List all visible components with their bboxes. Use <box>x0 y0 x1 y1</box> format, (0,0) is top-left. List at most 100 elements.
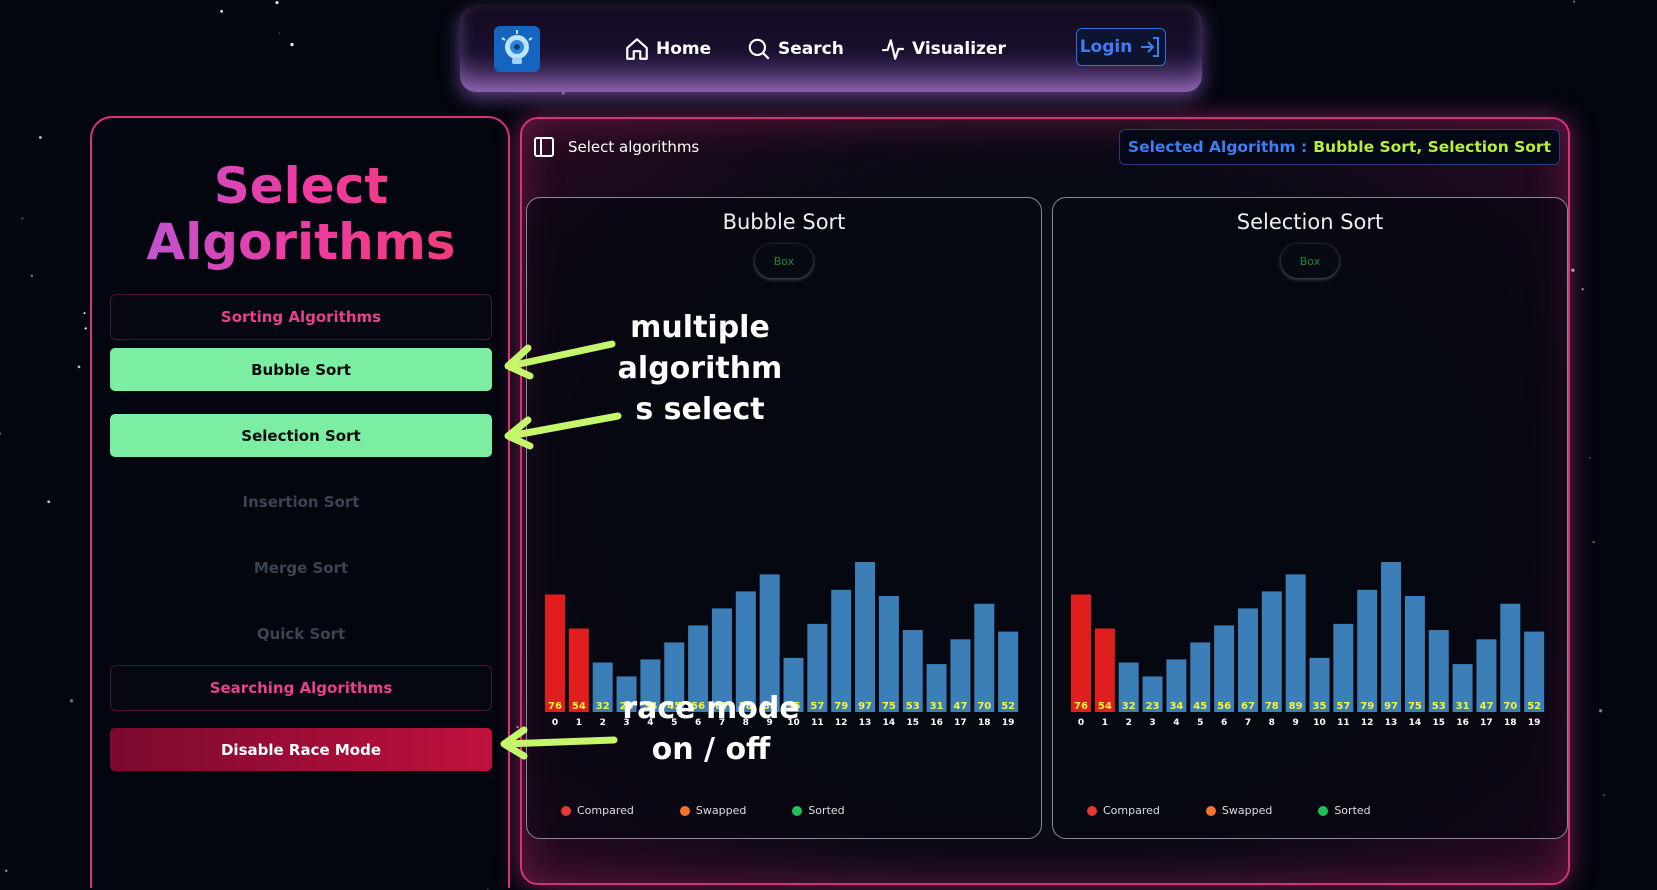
bar <box>1357 589 1378 712</box>
sidebar-title-line2: Algorithms <box>146 213 456 271</box>
nav-home-label: Home <box>656 39 712 59</box>
login-button[interactable]: Login <box>1076 28 1166 66</box>
bar-value-label: 76 <box>548 701 562 712</box>
legend-label: Sorted <box>808 804 845 817</box>
searching-algorithms-heading[interactable]: Searching Algorithms <box>110 665 492 711</box>
legend-label: Swapped <box>1221 804 1273 817</box>
star <box>30 274 34 277</box>
bar <box>1500 603 1521 712</box>
nav-home[interactable]: Home <box>624 34 711 64</box>
bar <box>878 596 899 712</box>
annotation-line: multiple <box>630 310 770 345</box>
bar <box>974 603 995 712</box>
sorted-dot-icon <box>792 805 803 816</box>
bar-index-label: 2 <box>1126 718 1132 728</box>
bar-index-label: 14 <box>883 718 896 728</box>
algo-button-bubble-sort[interactable]: Bubble Sort <box>110 348 492 391</box>
annotation-line: on / off <box>651 732 771 767</box>
bar-index-label: 15 <box>1432 718 1445 728</box>
pulse-icon <box>882 39 904 60</box>
bar-index-label: 9 <box>1293 718 1299 728</box>
star <box>77 365 81 369</box>
bar-chart: 76 0 54 1 32 2 23 3 34 4 45 5 56 6 67 7 78 8 89 9 35 10 57 11 79… <box>1071 562 1545 728</box>
bar <box>545 594 565 712</box>
bar-value-label: 34 <box>1169 701 1183 712</box>
legend-item-sorted: Sorted <box>1318 804 1371 817</box>
bar-index-label: 18 <box>978 718 991 728</box>
star <box>69 699 74 703</box>
sidebar: Select Algorithms Sorting Algorithms Bub… <box>90 116 510 888</box>
bar <box>807 623 828 712</box>
star <box>278 32 281 34</box>
star <box>39 136 42 139</box>
algo-button-quick-sort[interactable]: Quick Sort <box>110 612 492 655</box>
select-algorithms-toggle[interactable]: Select algorithms <box>532 135 699 159</box>
bar-index-label: 16 <box>1456 718 1469 728</box>
bar-value-label: 23 <box>1146 701 1160 712</box>
bar-index-label: 19 <box>1528 718 1541 728</box>
race-mode-toggle-button[interactable]: Disable Race Mode <box>110 728 492 771</box>
nav-visualizer[interactable]: Visualizer <box>880 34 1006 64</box>
algo-button-selection-sort[interactable]: Selection Sort <box>110 414 492 457</box>
star <box>220 9 224 13</box>
star <box>290 42 294 47</box>
bar <box>855 562 876 712</box>
bar-value-label: 53 <box>906 701 920 712</box>
bar-index-label: 18 <box>1504 718 1517 728</box>
star <box>4 869 8 873</box>
bar-value-label: 52 <box>1527 701 1541 712</box>
star <box>1581 288 1584 291</box>
legend-item-compared: Compared <box>1087 804 1160 817</box>
app-logo[interactable] <box>494 26 540 72</box>
bar-value-label: 53 <box>1432 701 1446 712</box>
star <box>1603 794 1606 797</box>
swapped-dot-icon <box>1205 805 1216 816</box>
star <box>561 91 565 95</box>
bar-value-label: 32 <box>1122 701 1136 712</box>
star <box>47 500 51 504</box>
star <box>1571 268 1575 272</box>
bar-index-label: 6 <box>1221 718 1227 728</box>
legend-label: Swapped <box>695 804 747 817</box>
bar-index-label: 11 <box>1337 718 1350 728</box>
bar <box>568 628 589 712</box>
algo-button-merge-sort[interactable]: Merge Sort <box>110 546 492 589</box>
star <box>516 725 519 729</box>
legend-item-swapped: Swapped <box>1205 804 1273 817</box>
algo-button-insertion-sort[interactable]: Insertion Sort <box>110 480 492 523</box>
star <box>275 1 279 5</box>
legend-label: Sorted <box>1334 804 1371 817</box>
bar-index-label: 4 <box>1173 718 1179 728</box>
bar-value-label: 78 <box>1265 701 1279 712</box>
bar-index-label: 19 <box>1002 718 1015 728</box>
annotation-race-mode: race mode on / off <box>616 688 806 770</box>
sidebar-toggle-icon <box>534 137 554 157</box>
bar-value-label: 76 <box>1074 701 1088 712</box>
sorting-algorithms-heading[interactable]: Sorting Algorithms <box>110 294 492 340</box>
bar-value-label: 89 <box>1289 701 1303 712</box>
bar-value-label: 52 <box>1001 701 1015 712</box>
bar-value-label: 31 <box>930 701 944 712</box>
star <box>1592 541 1595 544</box>
annotation-line: algorithm <box>617 351 783 386</box>
bar-index-label: 2 <box>600 718 606 728</box>
legend-item-compared: Compared <box>561 804 634 817</box>
bar <box>831 589 852 712</box>
legend-item-swapped: Swapped <box>679 804 747 817</box>
bar-value-label: 70 <box>977 701 991 712</box>
nav-search[interactable]: Search <box>746 34 844 64</box>
legend-label: Compared <box>577 804 634 817</box>
bar-value-label: 56 <box>1217 701 1231 712</box>
bar-index-label: 15 <box>906 718 919 728</box>
legend-label: Compared <box>1103 804 1160 817</box>
sidebar-title: Select Algorithms <box>92 158 510 270</box>
bar-value-label: 45 <box>1193 701 1207 712</box>
bar <box>1094 628 1115 712</box>
star <box>1589 457 1591 459</box>
bar-index-label: 17 <box>954 718 967 728</box>
annotation-line: s select <box>635 392 765 427</box>
bar-value-label: 47 <box>1479 701 1493 712</box>
selection-sort-panel: Selection Sort Box 76 0 54 1 32 2 23 3 34 4 45 5 56 6… <box>1052 197 1568 839</box>
selected-algorithm-display: Selected Algorithm : Bubble Sort, Select… <box>1118 129 1560 165</box>
bar <box>998 631 1019 712</box>
